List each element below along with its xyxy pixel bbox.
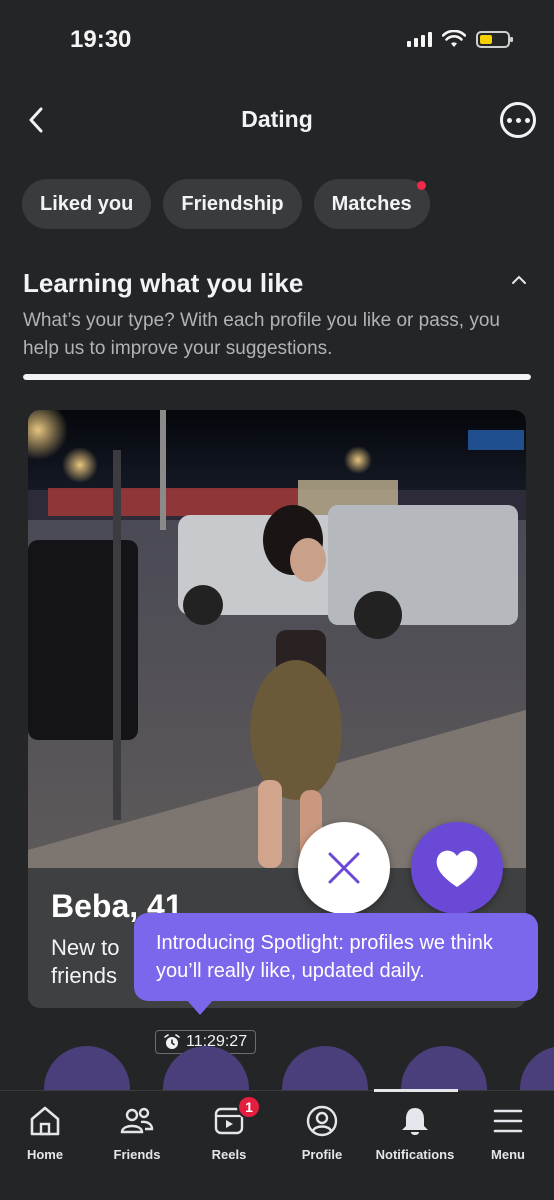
learning-title: Learning what you like <box>23 268 304 298</box>
collapse-chevron-icon[interactable] <box>511 270 527 291</box>
chip-friendship[interactable]: Friendship <box>163 179 302 229</box>
bell-icon <box>402 1108 428 1135</box>
pass-button[interactable] <box>298 822 390 914</box>
spotlight-circle[interactable] <box>44 1046 130 1092</box>
spotlight-circle[interactable] <box>282 1046 368 1092</box>
spotlight-tooltip[interactable]: Introducing Spotlight: profiles we think… <box>134 913 538 1015</box>
reels-badge: 1 <box>237 1095 261 1119</box>
battery-icon <box>476 30 513 48</box>
tab-home[interactable]: Home <box>0 1101 95 1162</box>
wifi-icon <box>442 30 466 47</box>
tab-menu[interactable]: Menu <box>458 1101 554 1162</box>
tab-label: Notifications <box>375 1147 455 1162</box>
menu-icon <box>493 1109 523 1133</box>
heart-icon <box>436 850 478 887</box>
close-icon <box>328 852 360 884</box>
notification-dot <box>416 181 426 190</box>
learning-section: Learning what you like What’s your type?… <box>23 268 533 363</box>
chip-label: Friendship <box>181 192 284 215</box>
learning-progress-bar <box>23 374 531 380</box>
chip-label: Liked you <box>40 192 134 215</box>
status-bar: 19:30 <box>0 0 554 80</box>
tab-profile[interactable]: Profile <box>272 1101 372 1162</box>
spotlight-circle[interactable] <box>401 1046 487 1092</box>
friends-icon <box>120 1107 154 1134</box>
home-icon <box>30 1106 60 1136</box>
tab-label: Friends <box>113 1147 161 1162</box>
spotlight-circles-row <box>0 1046 554 1092</box>
page-title: Dating <box>241 106 313 132</box>
status-time: 19:30 <box>70 26 132 53</box>
tab-label: Reels <box>211 1147 247 1162</box>
header: Dating <box>0 96 554 144</box>
profile-photo <box>28 410 526 868</box>
active-tab-indicator <box>374 1089 458 1092</box>
tab-label: Menu <box>491 1147 525 1162</box>
tab-notifications[interactable]: Notifications <box>365 1101 465 1162</box>
filter-chips: Liked you Friendship Matches <box>22 179 430 229</box>
cellular-signal-icon <box>407 31 432 47</box>
bottom-tab-bar: Home Friends 1 Reels Profile Notificatio… <box>0 1089 554 1200</box>
chip-label: Matches <box>331 192 412 215</box>
chip-matches[interactable]: Matches <box>313 179 430 229</box>
progress-fill <box>23 374 531 380</box>
like-button[interactable] <box>411 822 503 914</box>
spotlight-circle[interactable] <box>163 1046 249 1092</box>
profile-icon <box>306 1105 338 1137</box>
tab-friends[interactable]: Friends <box>87 1101 187 1162</box>
tab-reels[interactable]: 1 Reels <box>179 1095 279 1162</box>
spotlight-circle[interactable] <box>520 1046 554 1092</box>
status-icons <box>407 30 513 48</box>
more-options-button[interactable] <box>500 102 536 138</box>
tab-label: Profile <box>301 1147 343 1162</box>
chip-liked-you[interactable]: Liked you <box>22 179 152 229</box>
tab-label: Home <box>26 1147 64 1162</box>
learning-description: What’s your type? With each profile you … <box>23 310 500 359</box>
